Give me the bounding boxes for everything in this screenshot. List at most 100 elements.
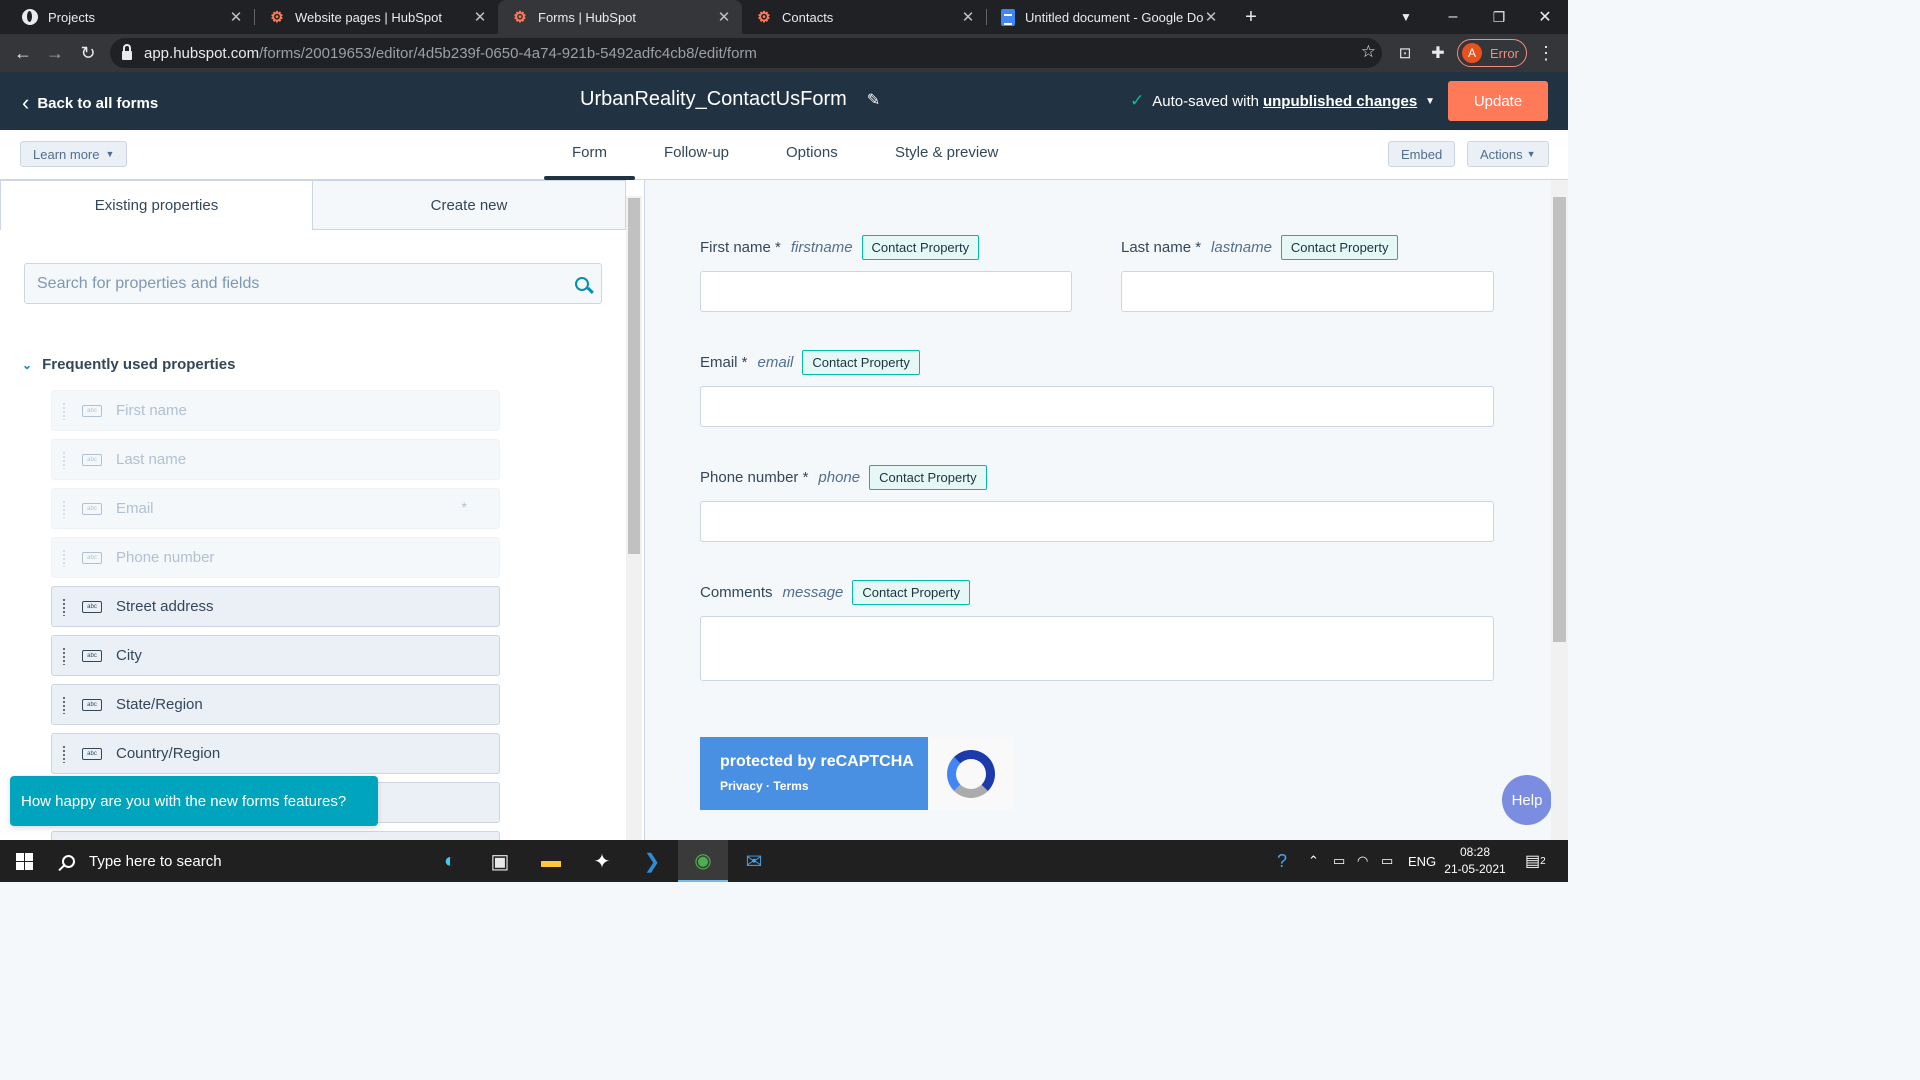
close-icon[interactable]: ✕: [716, 8, 732, 26]
browser-tab-contacts[interactable]: ⚙ Contacts ✕: [742, 0, 986, 34]
drag-handle-icon[interactable]: [62, 695, 66, 714]
edge-icon[interactable]: ◐: [425, 840, 475, 882]
battery-icon[interactable]: ▭: [1381, 840, 1393, 882]
browser-tab-forms[interactable]: ⚙ Forms | HubSpot ✕: [498, 0, 742, 34]
browser-tab-projects[interactable]: Projects ✕: [8, 0, 254, 34]
phone-input[interactable]: [700, 501, 1494, 542]
google-docs-icon: [1001, 8, 1015, 26]
field-label-firstname[interactable]: First name * firstname Contact Property: [700, 235, 980, 260]
reload-icon[interactable]: ↻: [73, 38, 103, 68]
preview-scrollbar-thumb[interactable]: [1553, 197, 1566, 642]
chevron-down-icon: ⌄: [22, 357, 33, 372]
notifications-icon[interactable]: ▤ 2: [1525, 840, 1546, 882]
tab-create-new[interactable]: Create new: [313, 180, 626, 230]
internal-name: message: [782, 584, 844, 601]
close-icon[interactable]: ✕: [1203, 8, 1219, 26]
windows-start-icon[interactable]: [16, 853, 33, 870]
property-label: Country/Region: [116, 745, 221, 762]
tab-follow-up[interactable]: Follow-up: [664, 144, 729, 161]
forward-arrow-icon[interactable]: →: [40, 38, 70, 68]
field-label-text: Phone number *: [700, 469, 809, 486]
drag-handle-icon[interactable]: [62, 597, 66, 616]
mail-icon[interactable]: ✉: [729, 840, 779, 882]
wifi-icon[interactable]: ◠: [1357, 840, 1368, 882]
tab-options[interactable]: Options: [786, 144, 838, 161]
chrome-icon[interactable]: ◉: [678, 840, 728, 882]
extensions-icon[interactable]: ✚: [1423, 38, 1453, 68]
tab-title: Contacts: [782, 9, 834, 25]
panel-scrollbar-thumb[interactable]: [628, 198, 640, 554]
profile-status: Error: [1490, 45, 1519, 61]
back-arrow-icon[interactable]: ←: [8, 38, 38, 68]
language-indicator[interactable]: ENG: [1408, 840, 1436, 882]
unpublished-changes-link[interactable]: unpublished changes: [1263, 93, 1417, 110]
property-street-address[interactable]: abc Street address: [51, 586, 500, 627]
frequently-used-section-toggle[interactable]: ⌄ Frequently used properties: [22, 356, 235, 373]
field-label-lastname[interactable]: Last name * lastname Contact Property: [1121, 235, 1399, 260]
actions-button[interactable]: Actions ▼: [1467, 141, 1549, 167]
close-icon[interactable]: ✕: [960, 8, 976, 26]
internal-name: email: [757, 354, 794, 371]
powershell-icon[interactable]: ❯: [627, 840, 677, 882]
meet-now-icon[interactable]: ▭: [1333, 840, 1345, 882]
field-label-email[interactable]: Email * email Contact Property: [700, 350, 920, 375]
clock[interactable]: 08:28 21-05-2021: [1440, 844, 1510, 878]
recaptcha-links[interactable]: Privacy · Terms: [720, 779, 928, 793]
address-bar[interactable]: app.hubspot.com/forms/20019653/editor/4d…: [110, 38, 1382, 68]
firstname-input[interactable]: [700, 271, 1072, 312]
help-button[interactable]: Help: [1502, 775, 1552, 825]
browser-tab-google-doc[interactable]: Untitled document - Google Doc ✕: [987, 0, 1229, 34]
profile-button[interactable]: A Error: [1457, 39, 1527, 67]
property-state-region[interactable]: abc State/Region: [51, 684, 500, 725]
store-icon[interactable]: ▣: [475, 840, 525, 882]
caret-down-icon[interactable]: ▼: [1425, 96, 1435, 107]
property-partial[interactable]: [51, 831, 500, 840]
search-icon: [62, 854, 75, 868]
property-country-region[interactable]: abc Country/Region: [51, 733, 500, 774]
close-icon[interactable]: ✕: [228, 8, 244, 26]
internal-name: firstname: [790, 239, 853, 256]
email-input[interactable]: [700, 386, 1494, 427]
restore-icon[interactable]: ❐: [1476, 0, 1522, 34]
field-label-phone[interactable]: Phone number * phone Contact Property: [700, 465, 987, 490]
minimize-icon[interactable]: –: [1430, 0, 1476, 34]
chevron-up-icon[interactable]: ⌃: [1308, 840, 1319, 882]
property-label: First name: [116, 402, 187, 419]
edit-pencil-icon[interactable]: ✎: [867, 90, 880, 110]
tab-search-icon[interactable]: ▼: [1383, 0, 1429, 34]
lastname-input[interactable]: [1121, 271, 1494, 312]
browser-toolbar: ← → ↻ app.hubspot.com/forms/20019653/edi…: [0, 34, 1568, 72]
clock-date: 21-05-2021: [1444, 862, 1506, 876]
tab-existing-properties[interactable]: Existing properties: [0, 180, 313, 230]
tab-style-preview[interactable]: Style & preview: [895, 144, 998, 161]
tab-form[interactable]: Form: [572, 144, 607, 161]
recaptcha-badge[interactable]: protected by reCAPTCHA Privacy · Terms: [700, 737, 1014, 811]
update-button[interactable]: Update: [1448, 81, 1548, 121]
contact-property-badge: Contact Property: [802, 350, 920, 375]
bookmark-star-icon[interactable]: ☆: [1361, 42, 1376, 62]
file-explorer-icon[interactable]: ▬: [526, 840, 576, 882]
drag-handle-icon: [62, 548, 66, 567]
comments-textarea[interactable]: [700, 616, 1494, 681]
taskbar-search[interactable]: Type here to search: [52, 840, 407, 882]
form-title-text: UrbanReality_ContactUsForm: [580, 88, 847, 110]
back-to-forms-link[interactable]: ‹ Back to all forms: [22, 90, 158, 116]
close-icon[interactable]: ✕: [472, 8, 488, 26]
help-tray-icon[interactable]: ?: [1277, 840, 1287, 882]
menu-kebab-icon[interactable]: ⋮: [1531, 38, 1561, 68]
lens-icon[interactable]: ⊡: [1390, 38, 1420, 68]
learn-more-button[interactable]: Learn more ▼: [20, 141, 128, 167]
field-label-comments[interactable]: Comments message Contact Property: [700, 580, 970, 605]
property-search-input[interactable]: [37, 274, 575, 293]
dropbox-icon[interactable]: ✦: [577, 840, 627, 882]
drag-handle-icon[interactable]: [62, 744, 66, 763]
embed-button[interactable]: Embed: [1388, 141, 1456, 167]
drag-handle-icon[interactable]: [62, 646, 66, 665]
lock-icon: [122, 44, 132, 60]
feedback-banner[interactable]: How happy are you with the new forms fea…: [10, 776, 378, 826]
new-tab-icon[interactable]: +: [1228, 0, 1274, 34]
browser-tab-website-pages[interactable]: ⚙ Website pages | HubSpot ✕: [255, 0, 498, 34]
property-city[interactable]: abc City: [51, 635, 500, 676]
close-window-icon[interactable]: ✕: [1522, 0, 1568, 34]
search-icon[interactable]: [575, 276, 589, 291]
